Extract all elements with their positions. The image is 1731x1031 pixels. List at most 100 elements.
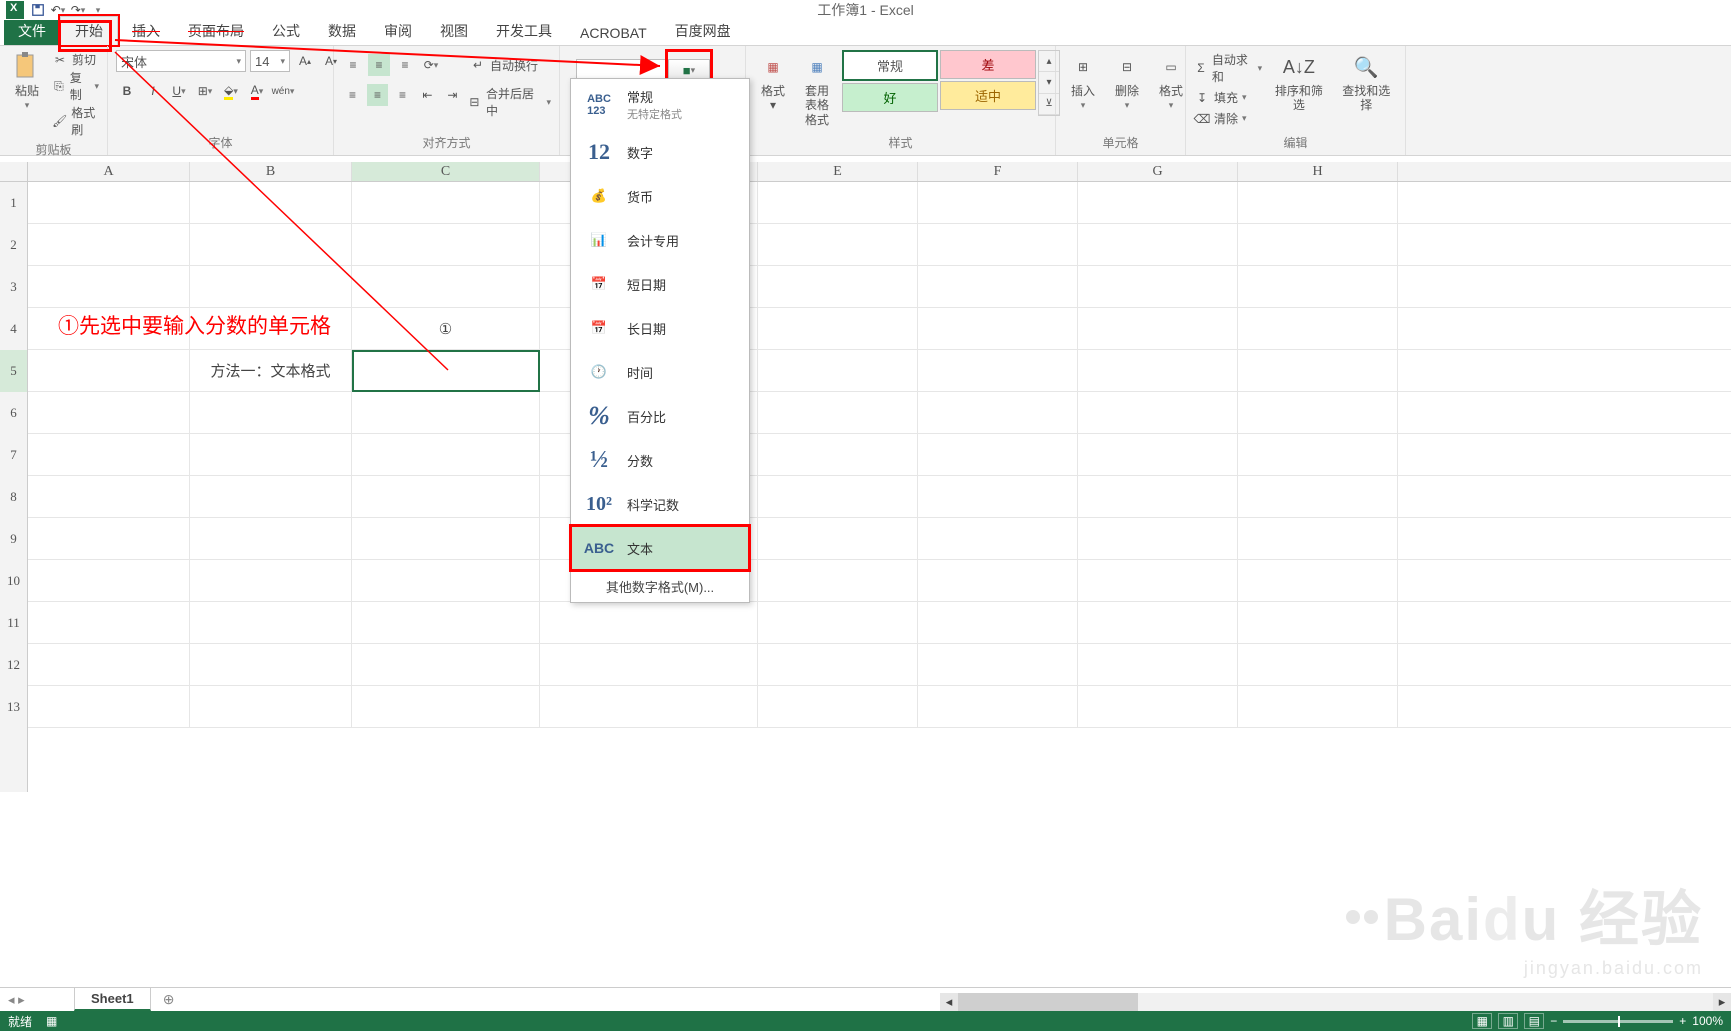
view-page-break-button[interactable]: ▤ [1524,1013,1544,1029]
font-color-button[interactable]: A▾ [246,80,268,102]
cell-style-good[interactable]: 好 [842,83,938,112]
copy-button[interactable]: ⎘复制▾ [52,69,99,103]
row-head-12[interactable]: 12 [0,644,27,686]
new-sheet-button[interactable]: ⊕ [159,991,179,1008]
tab-page-layout[interactable]: 页面布局 [174,17,258,45]
fill-color-button[interactable]: ⬙▾ [220,80,242,102]
row-head-3[interactable]: 3 [0,266,27,308]
horizontal-scrollbar[interactable]: ◂ ▸ [940,993,1731,1011]
nf-item-number[interactable]: 12数字 [571,130,749,174]
cell-style-normal[interactable]: 常规 [842,50,938,81]
tab-home[interactable]: 开始 [60,16,118,45]
scroll-right-icon[interactable]: ▸ [1713,993,1731,1011]
col-head-C[interactable]: C [352,162,540,181]
row-head-4[interactable]: 4 [0,308,27,350]
tab-view[interactable]: 视图 [426,17,482,45]
font-name-select[interactable]: 宋体▾ [116,50,246,72]
merge-center-button[interactable]: ⊟合并后居中▾ [467,85,551,119]
row-head-6[interactable]: 6 [0,392,27,434]
border-button[interactable]: ⊞▾ [194,80,216,102]
align-center-button[interactable]: ≡ [367,84,388,106]
nf-item-scientific[interactable]: 10²科学记数 [571,482,749,526]
align-left-button[interactable]: ≡ [342,84,363,106]
tab-developer[interactable]: 开发工具 [482,17,566,45]
bold-button[interactable]: B [116,80,138,102]
italic-button[interactable]: I [142,80,164,102]
format-as-table-button[interactable]: ▦ 套用 表格格式 [798,50,836,129]
selected-cell[interactable] [352,350,540,392]
cut-button[interactable]: ✂剪切 [52,51,99,68]
scroll-left-icon[interactable]: ◂ [940,993,958,1011]
indent-left-button[interactable]: ⇤ [417,84,438,106]
row-head-11[interactable]: 11 [0,602,27,644]
row-head-5[interactable]: 5 [0,350,27,392]
format-cells-button[interactable]: ▭格式▾ [1152,50,1190,113]
save-button[interactable] [28,1,48,19]
row-head-7[interactable]: 7 [0,434,27,476]
wrap-text-button[interactable]: ↵自动换行 [470,55,538,75]
align-bottom-button[interactable]: ≡ [394,54,416,76]
row-head-10[interactable]: 10 [0,560,27,602]
col-head-F[interactable]: F [918,162,1078,181]
spreadsheet-grid[interactable]: 1 2 3 4 5 6 7 8 9 10 11 12 13 ① 方法一：文本格式 [0,182,1731,792]
view-page-layout-button[interactable]: ▥ [1498,1013,1518,1029]
zoom-slider[interactable] [1563,1020,1673,1023]
tab-data[interactable]: 数据 [314,17,370,45]
fill-button[interactable]: ↧填充▾ [1194,89,1262,106]
indent-right-button[interactable]: ⇥ [442,84,463,106]
format-painter-button[interactable]: 🖌格式刷 [52,104,99,138]
tab-file[interactable]: 文件 [4,17,60,45]
autosum-button[interactable]: Σ自动求和▾ [1194,51,1262,85]
row-head-9[interactable]: 9 [0,518,27,560]
col-head-A[interactable]: A [28,162,190,181]
paste-dropdown-icon[interactable]: ▾ [25,100,30,111]
nf-item-general[interactable]: ABC123常规无特定格式 [571,79,749,130]
sheet-tab-1[interactable]: Sheet1 [74,988,151,1011]
col-head-G[interactable]: G [1078,162,1238,181]
col-head-E[interactable]: E [758,162,918,181]
nf-item-percent[interactable]: %百分比 [571,394,749,438]
delete-cells-button[interactable]: ⊟删除▾ [1108,50,1146,113]
macro-record-icon[interactable]: ▦ [46,1014,57,1028]
nf-item-text[interactable]: ABC文本 [571,526,749,570]
select-all-cell[interactable] [0,162,28,181]
nf-item-fraction[interactable]: ½分数 [571,438,749,482]
font-size-select[interactable]: 14▾ [250,50,290,72]
align-top-button[interactable]: ≡ [342,54,364,76]
row-head-1[interactable]: 1 [0,182,27,224]
tab-baidu[interactable]: 百度网盘 [661,17,745,45]
cell-C4[interactable]: ① [352,308,540,349]
phonetic-button[interactable]: wén▾ [272,80,294,102]
sheet-nav[interactable]: ◂ ▸ [0,992,70,1008]
orientation-button[interactable]: ⟳▾ [420,54,442,76]
view-normal-button[interactable]: ▦ [1472,1013,1492,1029]
grow-font-button[interactable]: A▴ [294,50,316,72]
tab-review[interactable]: 审阅 [370,17,426,45]
col-head-B[interactable]: B [190,162,352,181]
align-middle-button[interactable]: ≡ [368,54,390,76]
col-head-H[interactable]: H [1238,162,1398,181]
cell-style-bad[interactable]: 差 [940,50,1036,79]
tab-acrobat[interactable]: ACROBAT [566,21,661,45]
nf-item-currency[interactable]: 💰货币 [571,174,749,218]
sort-filter-button[interactable]: A↓Z排序和筛选 [1268,50,1329,115]
paste-button[interactable]: 粘贴 ▾ [8,50,46,113]
zoom-level[interactable]: 100% [1692,1014,1723,1028]
insert-cells-button[interactable]: ⊞插入▾ [1064,50,1102,113]
align-right-button[interactable]: ≡ [392,84,413,106]
cell-B5[interactable]: 方法一：文本格式 [190,350,352,391]
cell-style-neutral[interactable]: 适中 [940,81,1036,110]
conditional-format-button[interactable]: ▦ 格式▾ [754,50,792,115]
zoom-in-button[interactable]: + [1679,1014,1686,1028]
find-select-button[interactable]: 🔍查找和选择 [1336,50,1397,115]
underline-button[interactable]: U▾ [168,80,190,102]
nf-more-formats[interactable]: 其他数字格式(M)... [571,570,749,602]
nf-item-time[interactable]: 🕐时间 [571,350,749,394]
tab-formulas[interactable]: 公式 [258,17,314,45]
row-head-2[interactable]: 2 [0,224,27,266]
nf-item-accounting[interactable]: 📊会计专用 [571,218,749,262]
tab-insert[interactable]: 插入 [118,17,174,45]
row-head-8[interactable]: 8 [0,476,27,518]
zoom-out-button[interactable]: − [1550,1014,1557,1028]
nf-item-short-date[interactable]: 📅短日期 [571,262,749,306]
